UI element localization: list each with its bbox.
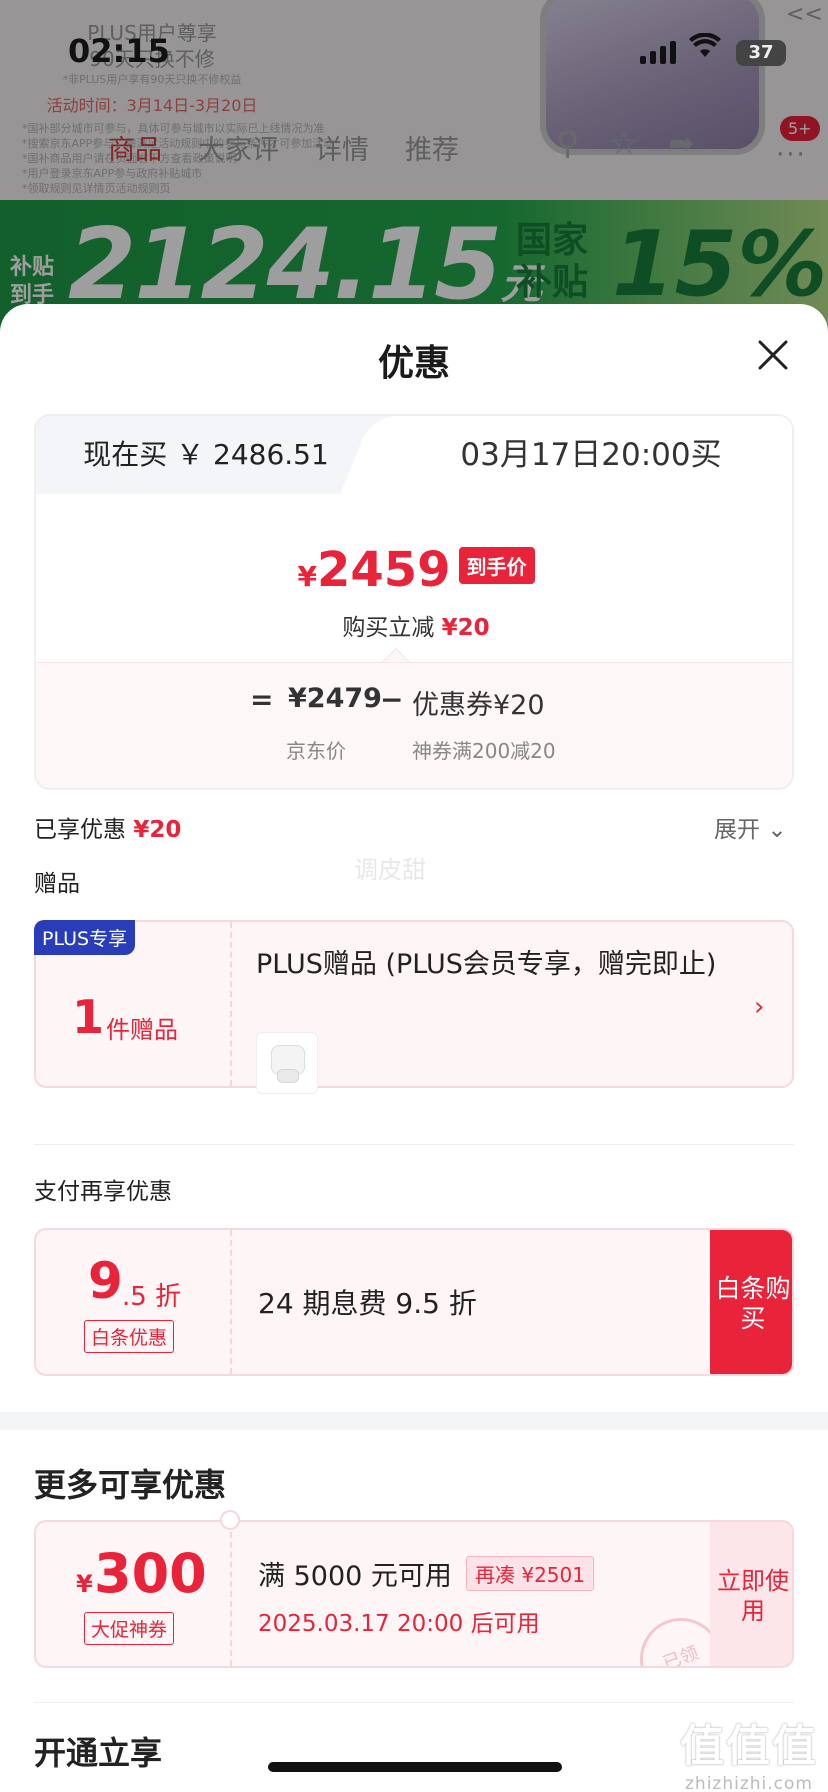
formula-jd-price: ¥2479 [288, 683, 382, 714]
close-icon[interactable] [756, 338, 790, 372]
reduce-label: 购买立减 [342, 615, 435, 641]
baitiao-badge: 白条优惠 [84, 1320, 175, 1353]
enjoyed-value: ¥20 [133, 817, 182, 843]
coupon-currency: ¥ [76, 1570, 93, 1598]
gift-count-number: 1 [72, 990, 105, 1044]
coupon-notch [220, 1510, 240, 1530]
section-gap [0, 1412, 828, 1430]
watermark-text: 调皮甜 [354, 856, 426, 884]
pay-section-label: 支付再享优惠 [34, 1179, 172, 1205]
reduce-value: ¥20 [441, 615, 490, 641]
discount-big: 9 [88, 1252, 123, 1310]
plus-badge: PLUS专享 [34, 920, 136, 955]
enjoyed-discount: 已享优惠 ¥20 [34, 810, 181, 844]
discount-sheet: 优惠 现在买 ￥ 2486.51 03月17日20:00买 ¥2459 到手价 购… [0, 304, 828, 1792]
formula-jd-label: 京东价 [286, 739, 346, 763]
sheet-title: 优惠 [377, 343, 450, 384]
formula-coupon-label: 神券满200减20 [412, 739, 556, 763]
signal-icon [640, 40, 676, 64]
site-watermark: 值值值 zhizhizhi.com [680, 1710, 818, 1792]
formula-minus: − [380, 683, 404, 716]
baitiao-discount: 9 .5 折 白条优惠 [36, 1230, 232, 1374]
divider [34, 1702, 794, 1703]
buy-time-tabs: 现在买 ￥ 2486.51 03月17日20:00买 [36, 416, 792, 494]
expand-button[interactable]: 展开 ⌄ [714, 810, 787, 844]
installment-text: 24 期息费 9.5 折 [258, 1287, 477, 1320]
coupon-value: ¥ 300 大促神券 [36, 1522, 232, 1666]
gift-title: PLUS赠品 (PLUS会员专享，赠完即止) [256, 949, 717, 980]
site-watermark-url: zhizhizhi.com [685, 1774, 813, 1792]
final-price: ¥2459 到手价 [36, 542, 792, 598]
open-membership-title: 开通立享 [34, 1734, 163, 1772]
earbuds-shape [277, 1069, 299, 1083]
baitiao-buy-button[interactable]: 白条购买 [710, 1230, 792, 1374]
tab-buy-now[interactable]: 现在买 ￥ 2486.51 [36, 416, 376, 494]
discount-small: .5 折 [122, 1282, 182, 1312]
coupon-card: ¥ 300 大促神券 满 5000 元可用 再凑 ¥2501 2025.03.1… [34, 1520, 794, 1668]
price-formula: = ¥2479 − 优惠券¥20 京东价 神券满200减20 [36, 662, 792, 788]
status-time: 02:15 [68, 32, 170, 70]
chevron-right-icon: › [754, 992, 765, 1022]
status-bar: 02:15 37 [0, 0, 828, 100]
gift-card[interactable]: 1 件赠品 PLUS专享 PLUS赠品 (PLUS会员专享，赠完即止) › [34, 920, 794, 1094]
enjoyed-label: 已享优惠 [34, 817, 126, 843]
price-tag: 到手价 [458, 547, 535, 584]
price-currency: ¥ [297, 560, 317, 593]
use-coupon-button[interactable]: 立即使用 [710, 1522, 792, 1666]
price-amount: 2459 [316, 542, 451, 598]
coupon-amount: 300 [94, 1542, 207, 1605]
earbuds-thumbnail[interactable] [256, 1032, 318, 1094]
chevron-down-icon: ⌄ [767, 817, 787, 843]
price-card: 现在买 ￥ 2486.51 03月17日20:00买 ¥2459 到手价 购买立减… [34, 414, 794, 790]
coupon-badge: 大促神券 [84, 1612, 175, 1645]
expand-label: 展开 [714, 817, 760, 843]
more-discounts-title: 更多可享优惠 [34, 1466, 227, 1504]
instant-reduction: 购买立减 ¥20 [36, 608, 792, 642]
home-indicator[interactable] [268, 1762, 562, 1772]
divider [34, 1144, 794, 1145]
coupon-add-tag: 再凑 ¥2501 [466, 1556, 594, 1591]
baitiao-card: 9 .5 折 白条优惠 24 期息费 9.5 折 白条购买 [34, 1228, 794, 1376]
coupon-time: 2025.03.17 20:00 后可用 [258, 1611, 540, 1637]
wifi-icon [688, 32, 722, 67]
tab-buy-later[interactable]: 03月17日20:00买 [386, 416, 792, 494]
gift-section-label: 赠品 [34, 871, 80, 897]
site-watermark-glyphs: 值值值 [680, 1721, 818, 1772]
coupon-condition: 满 5000 元可用 [258, 1561, 452, 1592]
battery-icon: 37 [736, 40, 786, 66]
gift-count-unit: 件赠品 [106, 1016, 178, 1044]
formula-coupon: 优惠券¥20 [412, 690, 545, 721]
formula-equals: = [250, 683, 274, 716]
